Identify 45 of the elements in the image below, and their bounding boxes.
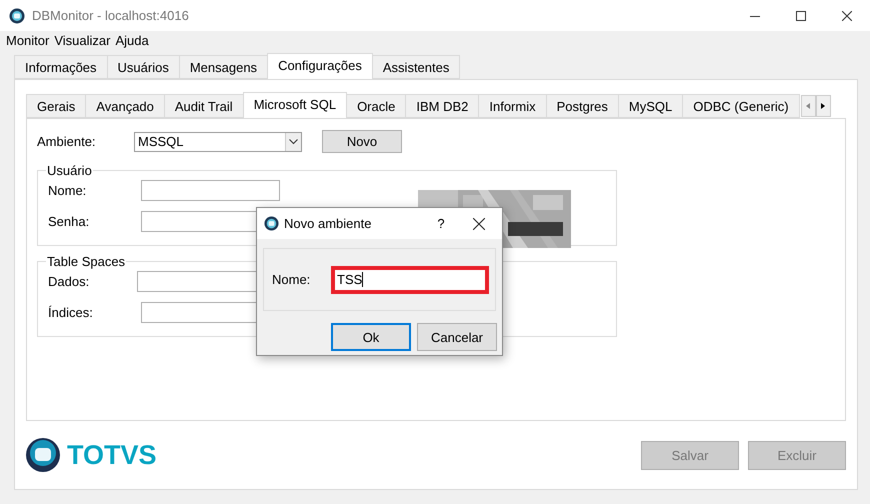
right-arrow-icon: [821, 103, 826, 109]
tab[interactable]: Audit Trail: [164, 94, 244, 118]
scroll-right-button[interactable]: [816, 95, 831, 117]
tab[interactable]: Postgres: [546, 94, 619, 118]
field-label: Nome:: [48, 183, 88, 198]
maximize-icon: [796, 10, 806, 20]
menu-item[interactable]: Monitor: [6, 33, 50, 48]
app-icon: [264, 216, 279, 231]
left-arrow-icon: [806, 103, 810, 109]
tab[interactable]: Usuários: [106, 55, 180, 79]
tab[interactable]: ODBC (Generic): [682, 94, 800, 118]
help-button[interactable]: ?: [426, 208, 456, 239]
field-label: Dados:: [48, 274, 90, 289]
tab[interactable]: Gerais: [26, 94, 86, 118]
tab[interactable]: Mensagens: [178, 55, 268, 79]
menu-item[interactable]: Visualizar: [54, 33, 110, 48]
ok-button[interactable]: Ok: [331, 323, 411, 351]
menu-item[interactable]: Ajuda: [115, 33, 149, 48]
group-title: Table Spaces: [46, 254, 126, 269]
name-input-field[interactable]: TSS: [331, 266, 489, 294]
tab[interactable]: IBM DB2: [405, 94, 480, 118]
close-icon: [473, 218, 485, 230]
field-label: Índices:: [48, 305, 94, 320]
tab[interactable]: Avançado: [85, 94, 165, 118]
tab[interactable]: Informações: [14, 55, 108, 79]
new-button[interactable]: Novo: [322, 130, 402, 153]
tab[interactable]: Configurações: [267, 53, 373, 79]
tab[interactable]: Informix: [478, 94, 547, 118]
logo-text: TOTVS: [67, 440, 157, 470]
chevron-down-icon: [289, 138, 298, 144]
tab[interactable]: Oracle: [346, 94, 406, 118]
environment-dropdown[interactable]: MSSQL: [134, 132, 302, 152]
logo-icon: [26, 438, 60, 472]
group-title: Usuário: [46, 163, 93, 178]
app-icon: [9, 8, 25, 24]
field-label: Senha:: [48, 214, 90, 229]
close-icon: [842, 10, 852, 20]
field-label: Nome:: [272, 272, 312, 287]
dialog-title: Novo ambiente: [284, 216, 372, 231]
cancel-button[interactable]: Cancelar: [417, 323, 497, 351]
tab[interactable]: MySQL: [618, 94, 684, 118]
input-field[interactable]: [141, 180, 280, 201]
field-label: Ambiente:: [37, 134, 97, 149]
tab[interactable]: Assistentes: [372, 55, 460, 79]
window-title: DBMonitor - localhost:4016: [32, 8, 189, 23]
